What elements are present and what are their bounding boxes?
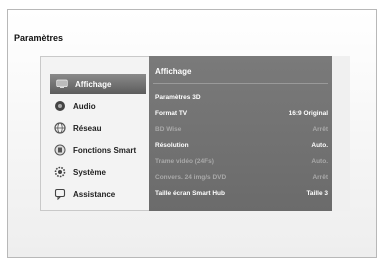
setting-row-format-tv[interactable]: Format TV 16:9 Original	[155, 106, 328, 120]
settings-menu: Affichage Audio Réseau Fonctions Smart S…	[48, 74, 148, 202]
menu-item-label: Système	[73, 167, 106, 177]
menu-item-assistance[interactable]: Assistance	[48, 184, 148, 204]
setting-label: Convers. 24 img/s DVD	[155, 173, 227, 181]
menu-item-audio[interactable]: Audio	[48, 96, 148, 116]
menu-item-systeme[interactable]: Système	[48, 162, 148, 182]
setting-row-trame-video: Trame vidéo (24Fs) Auto.	[155, 154, 328, 168]
setting-value: Taille 3	[306, 189, 328, 197]
panel-title: Affichage	[155, 67, 192, 76]
setting-label: Format TV	[155, 109, 188, 117]
menu-item-label: Réseau	[73, 123, 102, 133]
smart-icon	[54, 144, 66, 156]
setting-row-resolution[interactable]: Résolution Auto.	[155, 138, 328, 152]
setting-value: Auto.	[311, 141, 328, 149]
setting-value: 16:9 Original	[288, 109, 328, 117]
menu-item-affichage[interactable]: Affichage	[50, 74, 146, 94]
menu-item-label: Fonctions Smart	[73, 145, 137, 155]
setting-row-convers-dvd: Convers. 24 img/s DVD Arrêt	[155, 170, 328, 184]
menu-item-label: Audio	[73, 101, 96, 111]
display-settings-panel: Affichage Paramètres 3D Format TV 16:9 O…	[149, 56, 332, 211]
support-icon	[54, 188, 66, 200]
setting-label: Résolution	[155, 141, 189, 149]
network-icon	[54, 122, 66, 134]
panel-edge	[332, 56, 350, 211]
display-icon	[56, 78, 68, 90]
menu-item-label: Assistance	[73, 189, 116, 199]
setting-value: Auto.	[311, 157, 328, 165]
setting-value: Arrêt	[312, 125, 328, 133]
menu-item-reseau[interactable]: Réseau	[48, 118, 148, 138]
gear-icon	[54, 166, 66, 178]
setting-label: Trame vidéo (24Fs)	[155, 157, 214, 165]
setting-label: Paramètres 3D	[155, 93, 201, 101]
menu-item-label: Affichage	[75, 79, 112, 89]
setting-value: Arrêt	[312, 173, 328, 181]
page-title: Paramètres	[14, 33, 64, 43]
setting-row-bd-wise: BD Wise Arrêt	[155, 122, 328, 136]
audio-icon	[54, 100, 66, 112]
menu-item-fonctions-smart[interactable]: Fonctions Smart	[48, 140, 148, 160]
setting-label: Taille écran Smart Hub	[155, 189, 225, 197]
setting-label: BD Wise	[155, 125, 182, 133]
setting-row-taille-ecran[interactable]: Taille écran Smart Hub Taille 3	[155, 186, 328, 200]
setting-row-parametres-3d[interactable]: Paramètres 3D	[155, 90, 328, 104]
divider	[153, 83, 328, 84]
